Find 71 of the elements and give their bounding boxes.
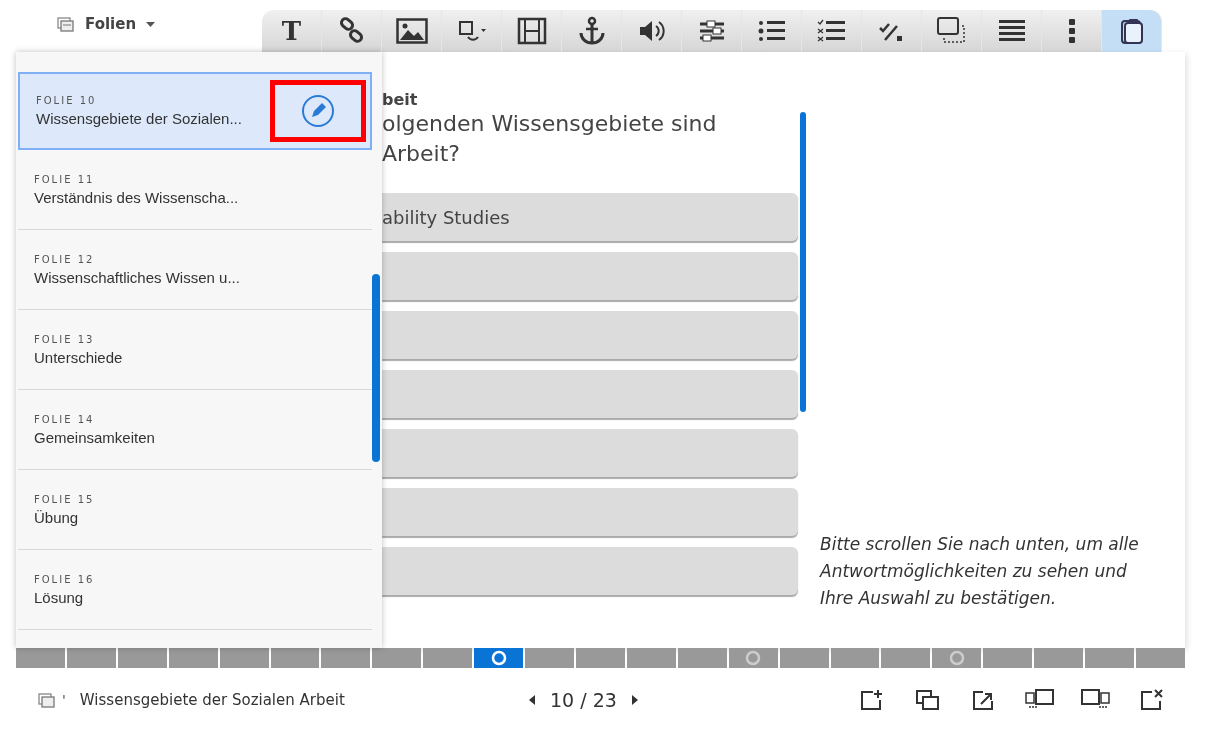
list-tool-button[interactable] <box>742 10 802 52</box>
link-tool-button[interactable] <box>322 10 382 52</box>
check-tool-button[interactable] <box>862 10 922 52</box>
slide-list-item[interactable]: FOLIE 10 Wissensgebiete der Sozialen... <box>18 72 372 150</box>
slide-title: Wissenschaftliches Wissen u... <box>34 268 240 286</box>
film-icon <box>516 17 547 45</box>
sliders-tool-button[interactable] <box>682 10 742 52</box>
answer-option[interactable] <box>382 429 798 477</box>
anchor-tool-button[interactable] <box>562 10 622 52</box>
slide-title: Übung <box>34 508 79 526</box>
mark-text: ' <box>62 691 66 708</box>
lines-tool-button[interactable] <box>982 10 1042 52</box>
pencil-icon[interactable] <box>301 94 335 128</box>
page-counter: 10 / 23 <box>550 688 617 711</box>
window-icon <box>935 16 968 46</box>
slides-menu-button[interactable]: Folien <box>0 0 205 52</box>
image-tool-button[interactable] <box>382 10 442 52</box>
slide-number: FOLIE 14 <box>34 413 95 425</box>
answer-option[interactable] <box>382 547 798 595</box>
question-text: olgenden Wissensgebiete sind <box>382 110 717 138</box>
progress-segment[interactable] <box>830 648 880 668</box>
slide-number: FOLIE 16 <box>34 573 95 585</box>
list-icon <box>756 18 787 44</box>
checklist-icon <box>816 18 847 44</box>
answer-option[interactable] <box>382 311 798 359</box>
slide-number: FOLIE 13 <box>34 333 95 345</box>
more-tool-button[interactable] <box>1042 10 1102 52</box>
image-icon <box>395 18 428 44</box>
answer-option[interactable] <box>382 370 798 418</box>
checklist-tool-button[interactable] <box>802 10 862 52</box>
slides-icon <box>57 16 75 32</box>
slide-list-item[interactable]: FOLIE 12 Wissenschaftliches Wissen u... <box>18 230 372 310</box>
slide-list-item[interactable]: FOLIE 11 Verständnis des Wissenscha... <box>18 150 372 230</box>
answer-option[interactable] <box>382 252 798 300</box>
answer-option[interactable]: ability Studies <box>382 193 798 241</box>
question-text: Arbeit? <box>382 140 460 168</box>
clipboard-icon <box>1118 17 1145 45</box>
answer-option[interactable] <box>382 488 798 536</box>
slide-number: FOLIE 12 <box>34 253 95 265</box>
progress-segment[interactable] <box>270 648 320 668</box>
scrollbar[interactable] <box>800 112 806 412</box>
text-tool-button[interactable]: T <box>262 10 322 52</box>
slide-list-item[interactable]: FOLIE 16 Lösung <box>18 550 372 630</box>
previous-icon[interactable] <box>528 694 536 705</box>
overlay-tool-button[interactable] <box>922 10 982 52</box>
lines-icon <box>996 18 1027 44</box>
slides-icon <box>38 691 56 708</box>
video-tool-button[interactable] <box>502 10 562 52</box>
caret-icon <box>146 21 156 27</box>
clipboard-tool-button[interactable] <box>1102 10 1162 52</box>
shape-tool-button[interactable] <box>442 10 502 52</box>
scrollbar[interactable] <box>372 274 380 462</box>
slide-list-item[interactable]: FOLIE 15 Übung <box>18 470 372 550</box>
slide-heading: beit <box>382 90 418 109</box>
slide-title: Lösung <box>34 588 84 606</box>
slide-number: FOLIE 11 <box>34 173 95 185</box>
ring-icon <box>948 650 965 666</box>
next-icon[interactable] <box>630 694 639 705</box>
slide-title: Wissensgebiete der Sozialen... <box>36 110 242 127</box>
slide-title: Gemeinsamkeiten <box>34 428 155 446</box>
audio-tool-button[interactable] <box>622 10 682 52</box>
more-icon <box>1067 18 1076 44</box>
slide-number: FOLIE 15 <box>34 493 95 505</box>
ring-icon <box>490 650 507 666</box>
slide-number: FOLIE 10 <box>36 95 97 106</box>
progress-segment[interactable] <box>474 648 524 668</box>
slide-title: Unterschiede <box>34 348 123 366</box>
slide-title: Wissensgebiete der Sozialen Arbeit <box>79 690 345 709</box>
ring-icon <box>745 650 762 666</box>
scroll-hint-text: Bitte scrollen Sie nach unten, um alle Antwortmöglichkeiten zu sehen und Ihre Auswahl zu bestätigen. <box>820 533 1140 610</box>
slide-title: Verständnis des Wissenscha... <box>34 188 239 206</box>
